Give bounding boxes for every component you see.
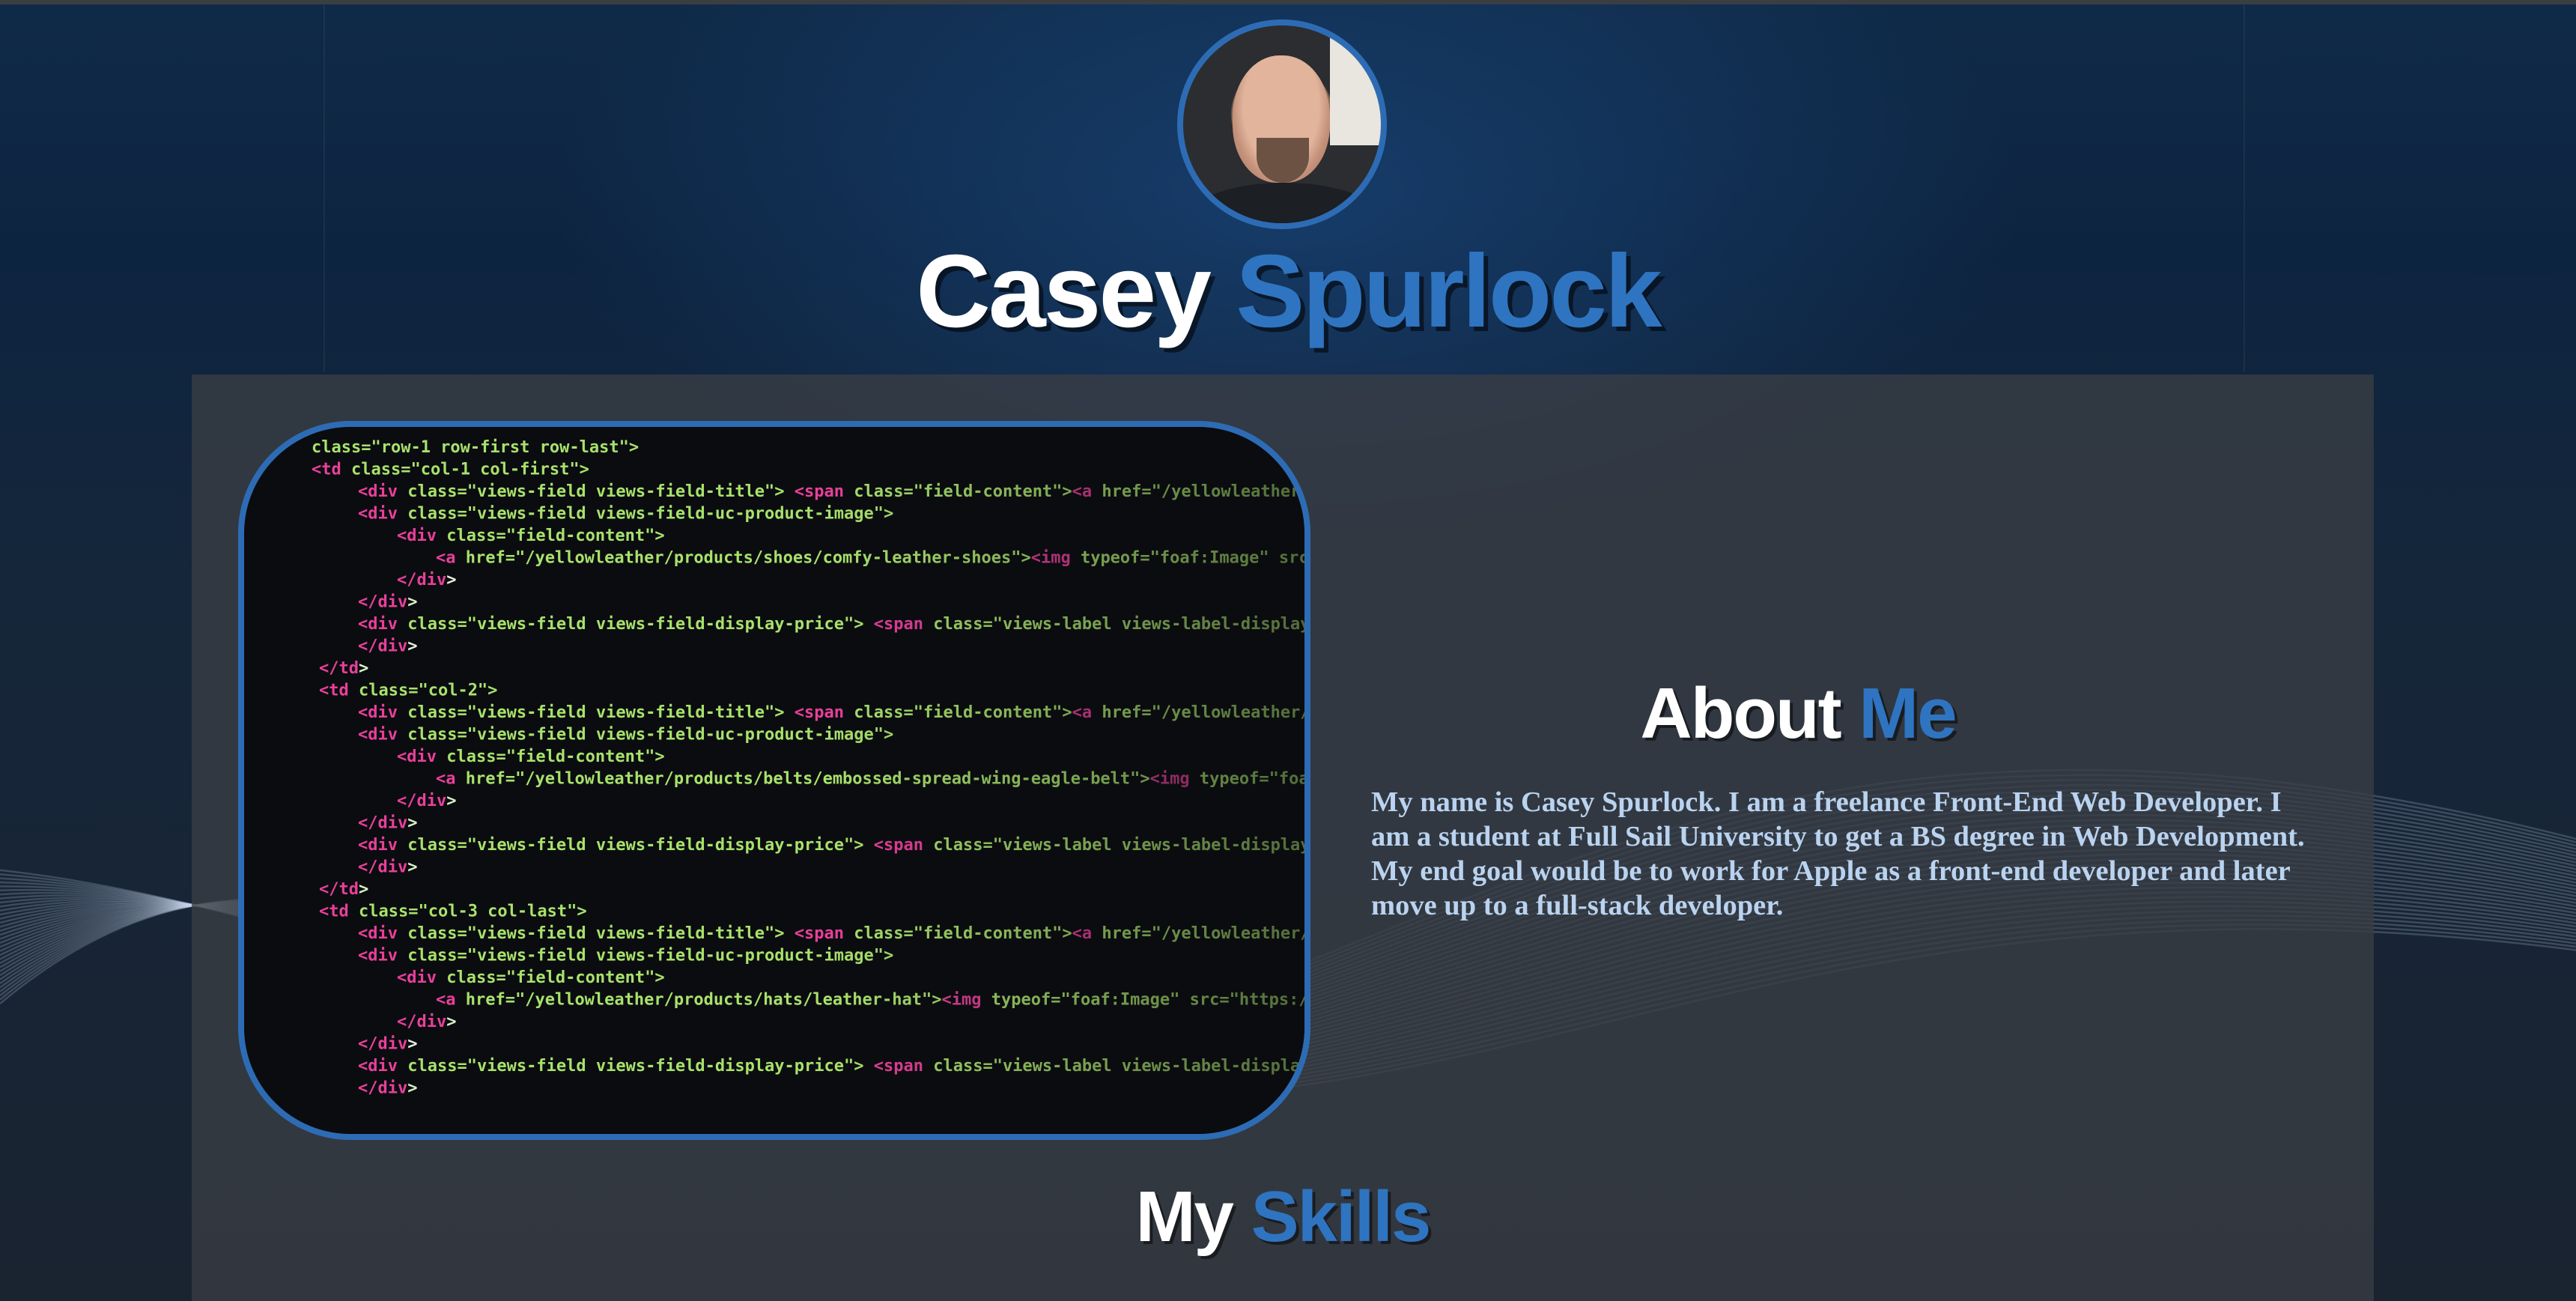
- about-heading: About Me: [1367, 673, 2229, 755]
- title-last-name: Spurlock: [1236, 234, 1662, 349]
- avatar-shirt: [1191, 183, 1378, 223]
- skills-heading-last: Skills: [1251, 1177, 1432, 1257]
- code-image-canvas: class="row-1 row-first row-last"><td cla…: [244, 427, 1304, 1134]
- code-screenshot-image: class="row-1 row-first row-last"><td cla…: [238, 421, 1310, 1140]
- about-section: class="row-1 row-first row-last"><td cla…: [192, 374, 2374, 1301]
- profile-avatar: [1177, 19, 1387, 229]
- about-paragraph: My name is Casey Spurlock. I am a freela…: [1371, 786, 2305, 921]
- skills-heading-first: My: [1135, 1177, 1234, 1257]
- portfolio-page: Casey Spurlock class="row-1 row-first ro…: [0, 0, 2576, 1301]
- site-header: Casey Spurlock: [0, 0, 2576, 374]
- skills-heading: My Skills: [192, 1176, 2374, 1258]
- about-heading-last: Me: [1859, 673, 1957, 753]
- avatar-background-door: [1330, 25, 1381, 145]
- title-first-name: Casey: [916, 234, 1212, 349]
- about-heading-first: About: [1640, 673, 1841, 753]
- site-title: Casey Spurlock: [0, 232, 2576, 351]
- code-image-fade: [244, 427, 1304, 1134]
